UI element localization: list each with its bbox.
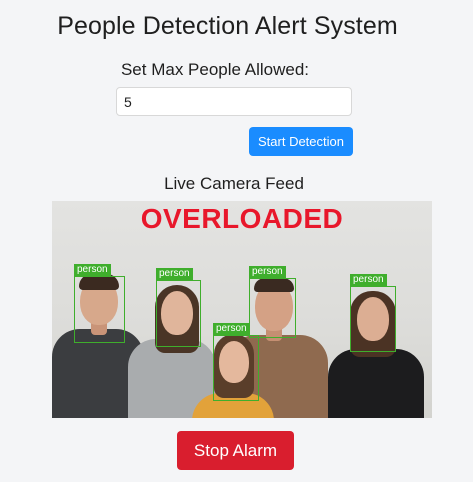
app-page: People Detection Alert System Set Max Pe… <box>0 0 473 482</box>
detection-box <box>156 280 201 347</box>
overload-status: OVERLOADED <box>140 203 344 234</box>
detection-label: person <box>156 268 193 280</box>
person-figure <box>328 349 424 418</box>
camera-feed-title: Live Camera Feed <box>164 174 304 193</box>
detection-label: person <box>249 266 286 278</box>
start-detection-button[interactable]: Start Detection <box>249 127 353 156</box>
detection-box <box>350 286 396 352</box>
detection-box <box>249 278 296 338</box>
detection-label: person <box>213 323 250 335</box>
detection-label: person <box>74 264 111 276</box>
max-people-label: Set Max People Allowed: <box>120 60 310 79</box>
max-people-input[interactable] <box>116 87 352 116</box>
page-title: People Detection Alert System <box>57 12 398 40</box>
camera-feed: person person person person person OVERL… <box>52 201 432 418</box>
detection-label: person <box>350 274 387 286</box>
stop-alarm-button[interactable]: Stop Alarm <box>177 431 294 470</box>
detection-box <box>74 276 125 343</box>
detection-box <box>213 335 259 401</box>
